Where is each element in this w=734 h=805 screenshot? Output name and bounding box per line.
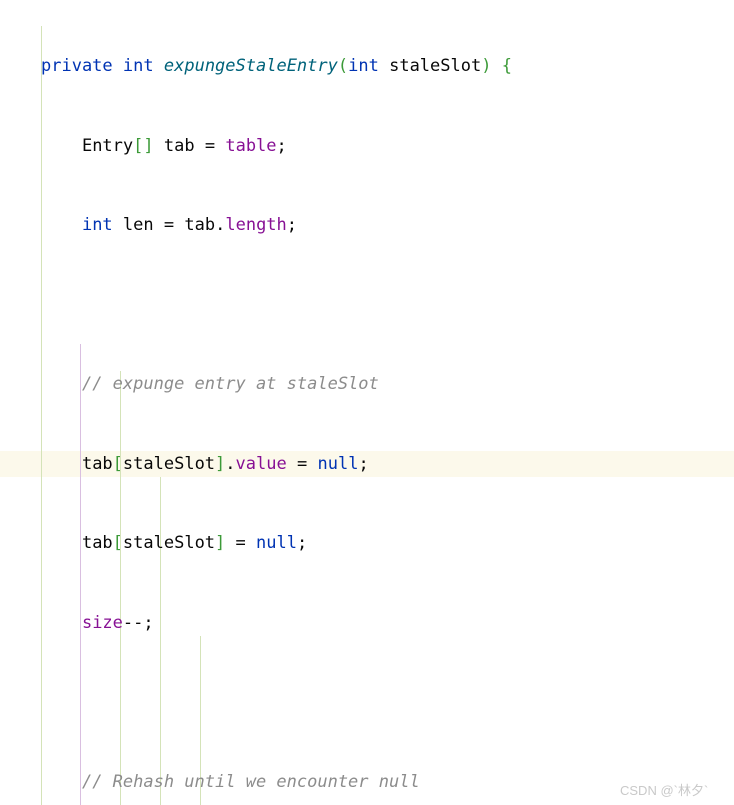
code-line[interactable]: // expunge entry at staleSlot (0, 371, 734, 398)
code-line[interactable]: tab[staleSlot] = null; (0, 530, 734, 557)
code-line[interactable]: Entry[] tab = table; (0, 133, 734, 160)
csdn-watermark: CSDN @`林夕` (620, 783, 709, 798)
code-content[interactable]: private int expungeStaleEntry(int staleS… (0, 0, 734, 805)
code-editor[interactable]: private int expungeStaleEntry(int staleS… (0, 0, 734, 805)
code-line[interactable]: tab[staleSlot].value = null; (0, 451, 734, 478)
code-line[interactable]: private int expungeStaleEntry(int staleS… (0, 53, 734, 80)
code-line[interactable] (0, 689, 734, 716)
code-line[interactable] (0, 292, 734, 319)
code-line[interactable]: int len = tab.length; (0, 212, 734, 239)
code-line[interactable]: size--; (0, 610, 734, 637)
